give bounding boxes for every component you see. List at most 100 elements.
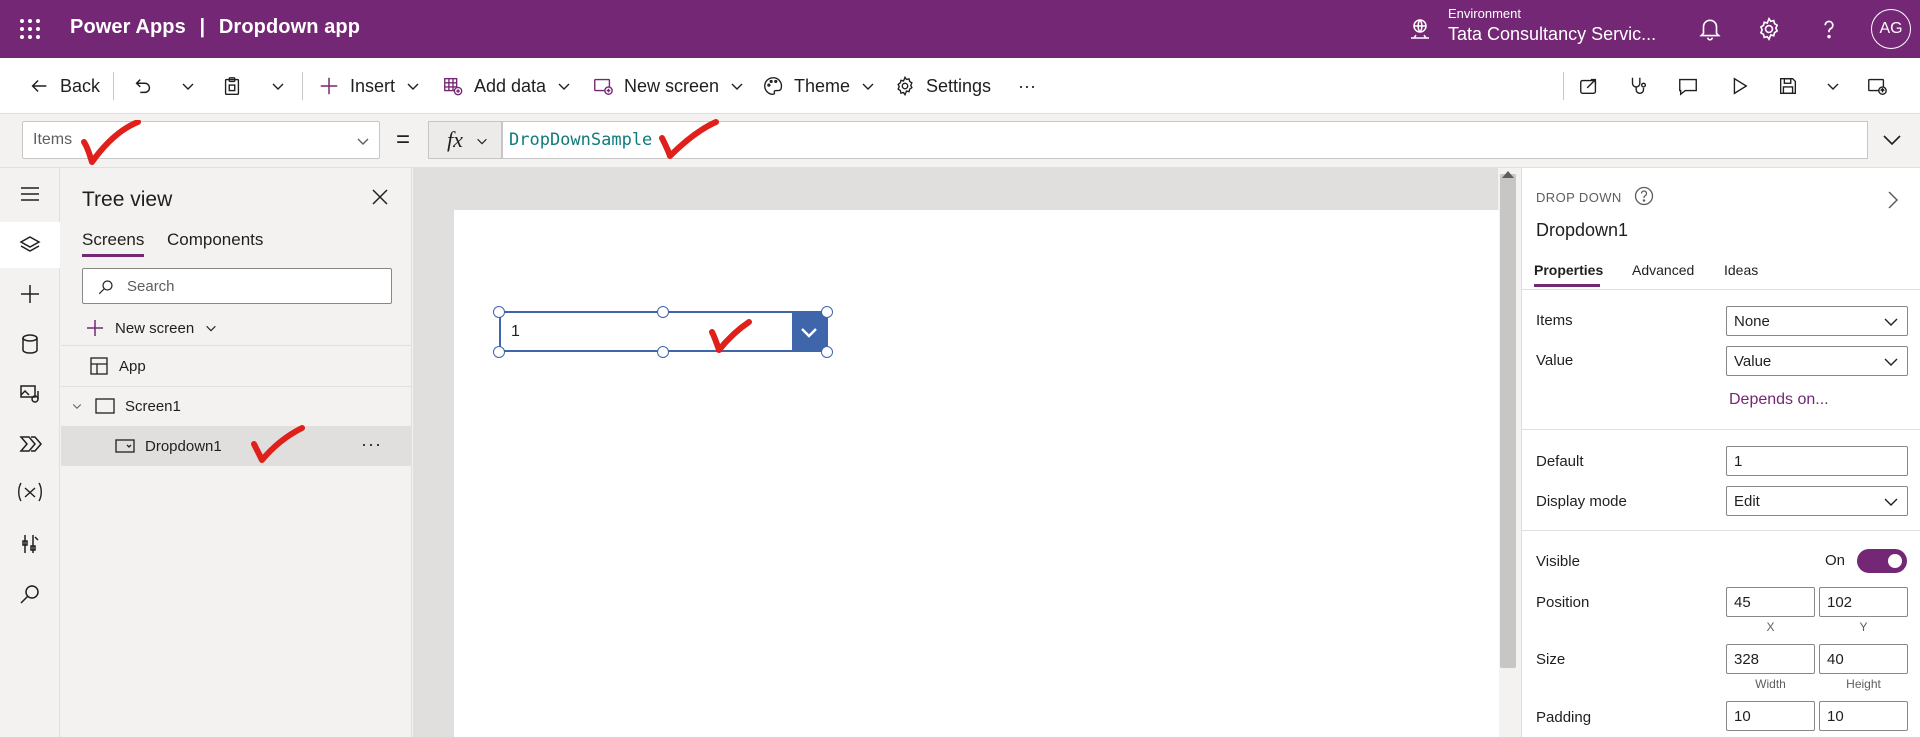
- chevron-down-icon: [801, 328, 817, 338]
- tree-item-screen1[interactable]: Screen1: [61, 386, 412, 426]
- layers-icon[interactable]: [18, 233, 42, 257]
- tree-item-more-button[interactable]: ···: [361, 434, 382, 455]
- resize-handle[interactable]: [821, 306, 833, 318]
- theme-button[interactable]: Theme: [762, 58, 876, 114]
- control-name[interactable]: Dropdown1: [1536, 220, 1628, 241]
- fx-button[interactable]: fx: [428, 121, 502, 159]
- value-select[interactable]: Value: [1726, 346, 1908, 376]
- annotation-checkmark: [81, 120, 141, 165]
- settings-button[interactable]: Settings: [894, 58, 991, 114]
- chevron-down-icon[interactable]: [71, 400, 83, 412]
- height-input[interactable]: 40: [1819, 644, 1908, 674]
- tree-new-screen-button[interactable]: New screen: [85, 316, 218, 340]
- play-icon: [1733, 77, 1748, 95]
- app-launcher-icon[interactable]: [18, 17, 42, 41]
- help-icon[interactable]: [1634, 186, 1654, 206]
- tab-components[interactable]: Components: [167, 230, 263, 250]
- padding-input-2[interactable]: 10: [1819, 701, 1908, 731]
- app-checker-button[interactable]: [1627, 58, 1659, 114]
- tree-item-app[interactable]: App: [61, 346, 412, 386]
- back-button[interactable]: Back: [28, 58, 100, 114]
- resize-handle[interactable]: [493, 346, 505, 358]
- new-screen-button[interactable]: New screen: [592, 58, 745, 114]
- chevron-down-icon: [357, 138, 369, 145]
- advanced-tools-icon[interactable]: [18, 532, 42, 556]
- gear-icon[interactable]: [1756, 16, 1782, 42]
- help-icon[interactable]: [1816, 16, 1842, 42]
- resize-handle[interactable]: [657, 346, 669, 358]
- undo-button[interactable]: [132, 58, 164, 114]
- palette-icon: [764, 77, 783, 95]
- value-select-value: Value: [1734, 353, 1772, 370]
- active-tab-indicator: [1534, 284, 1600, 287]
- tab-properties[interactable]: Properties: [1534, 262, 1603, 278]
- display-mode-value: Edit: [1734, 493, 1760, 510]
- position-y-input[interactable]: 102: [1819, 587, 1908, 617]
- bell-icon[interactable]: [1697, 16, 1723, 42]
- dropdown1-toggle[interactable]: [792, 313, 826, 350]
- media-icon[interactable]: [18, 382, 42, 406]
- paste-dropdown-button[interactable]: [270, 58, 296, 114]
- avatar[interactable]: AG: [1871, 9, 1911, 49]
- resize-handle[interactable]: [657, 306, 669, 318]
- resize-handle[interactable]: [493, 306, 505, 318]
- items-select[interactable]: None: [1726, 306, 1908, 336]
- add-data-button[interactable]: Add data: [442, 58, 572, 114]
- variables-icon[interactable]: [15, 480, 45, 504]
- padding-label: Padding: [1536, 709, 1592, 726]
- chevron-right-icon[interactable]: [1885, 190, 1901, 210]
- insert-button[interactable]: Insert: [318, 58, 421, 114]
- database-icon[interactable]: [18, 332, 42, 356]
- tab-advanced[interactable]: Advanced: [1632, 262, 1694, 278]
- close-icon[interactable]: [370, 187, 390, 207]
- width-value: 328: [1734, 651, 1760, 668]
- annotation-checkmark: [251, 425, 305, 463]
- tree-search-input[interactable]: Search: [82, 268, 392, 304]
- y-caption: Y: [1859, 620, 1868, 634]
- position-x-value: 45: [1734, 594, 1751, 611]
- command-bar: Back Insert Add data New screen Theme Se…: [0, 58, 1920, 114]
- new-screen-label: New screen: [115, 319, 195, 337]
- search-icon[interactable]: [18, 582, 42, 606]
- property-select[interactable]: Items: [22, 121, 380, 159]
- tree-item-label: Dropdown1: [145, 437, 222, 455]
- publish-button[interactable]: [1866, 58, 1898, 114]
- canvas-scrollbar[interactable]: [1500, 174, 1516, 668]
- undo-dropdown-button[interactable]: [180, 58, 206, 114]
- environment-icon[interactable]: [1408, 17, 1432, 41]
- resize-handle[interactable]: [821, 346, 833, 358]
- save-button[interactable]: [1777, 58, 1809, 114]
- tree-item-dropdown1[interactable]: Dropdown1 ···: [61, 426, 412, 466]
- publish-icon: [1868, 78, 1887, 95]
- power-automate-icon[interactable]: [18, 432, 42, 456]
- scroll-up-icon[interactable]: [1502, 170, 1514, 178]
- comments-button[interactable]: [1677, 58, 1709, 114]
- app-title: Power Apps | Dropdown app: [70, 16, 360, 39]
- properties-pane: DROP DOWN Dropdown1 Properties Advanced …: [1521, 168, 1920, 737]
- insert-plus-icon[interactable]: [18, 282, 42, 306]
- visible-toggle[interactable]: [1857, 549, 1907, 573]
- hamburger-icon[interactable]: [18, 182, 42, 206]
- expand-formula-icon[interactable]: [1880, 128, 1904, 152]
- tab-ideas[interactable]: Ideas: [1724, 262, 1758, 278]
- gear-icon: [897, 75, 913, 97]
- paste-button[interactable]: [221, 58, 253, 114]
- fx-label: fx: [447, 127, 463, 152]
- default-input[interactable]: 1: [1726, 446, 1908, 476]
- x-caption: X: [1766, 620, 1775, 634]
- tab-screens[interactable]: Screens: [82, 230, 144, 250]
- divider: [302, 72, 303, 100]
- padding-input-1[interactable]: 10: [1726, 701, 1815, 731]
- display-mode-select[interactable]: Edit: [1726, 486, 1908, 516]
- share-button[interactable]: [1578, 58, 1610, 114]
- environment-value[interactable]: Tata Consultancy Servic...: [1448, 24, 1656, 45]
- depends-on-link[interactable]: Depends on...: [1729, 391, 1829, 409]
- width-input[interactable]: 328: [1726, 644, 1815, 674]
- screen1-canvas[interactable]: [454, 210, 1499, 737]
- app-icon: [90, 357, 108, 375]
- position-x-input[interactable]: 45: [1726, 587, 1815, 617]
- save-dropdown-button[interactable]: [1825, 58, 1851, 114]
- preview-button[interactable]: [1728, 58, 1760, 114]
- more-commands-button[interactable]: ···: [1018, 58, 1036, 114]
- new-screen-icon: [594, 78, 613, 95]
